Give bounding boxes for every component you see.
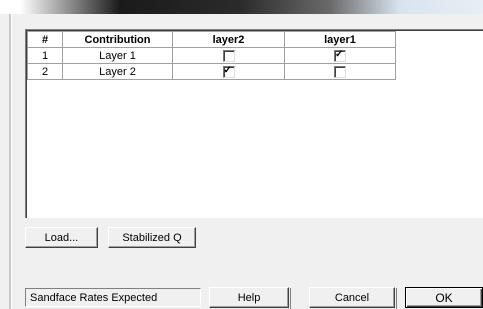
contribution-table: # Contribution layer2 layer1 1 Layer 1 2… xyxy=(27,31,396,80)
cell-layer2 xyxy=(172,47,285,64)
row-contribution: Layer 2 xyxy=(62,63,173,80)
cell-layer1 xyxy=(284,47,396,64)
button-separator xyxy=(396,288,397,309)
table-row[interactable]: 1 Layer 1 xyxy=(27,47,396,64)
contribution-grid-panel[interactable]: # Contribution layer2 layer1 1 Layer 1 2… xyxy=(25,29,483,218)
table-row[interactable]: 2 Layer 2 xyxy=(27,63,396,80)
cancel-button[interactable]: Cancel xyxy=(309,287,395,308)
row-number: 1 xyxy=(27,47,63,64)
ok-button[interactable]: OK xyxy=(405,287,483,308)
status-label: Sandface Rates Expected xyxy=(25,288,201,307)
button-separator xyxy=(290,288,291,309)
cell-layer1 xyxy=(284,63,396,80)
layer2-checkbox[interactable] xyxy=(222,65,235,78)
column-header-layer1: layer1 xyxy=(284,31,396,48)
window-left-edge-highlight xyxy=(11,14,12,309)
stabilized-q-button[interactable]: Stabilized Q xyxy=(108,227,196,248)
row-number: 2 xyxy=(27,63,63,80)
load-button[interactable]: Load... xyxy=(25,227,98,248)
help-button[interactable]: Help xyxy=(209,287,289,308)
window-title-bar xyxy=(0,0,483,14)
layer2-checkbox[interactable] xyxy=(222,49,235,62)
cell-layer2 xyxy=(172,63,285,80)
table-header-row: # Contribution layer2 layer1 xyxy=(27,31,396,48)
row-contribution: Layer 1 xyxy=(62,47,173,64)
layer1-checkbox[interactable] xyxy=(334,65,346,78)
layer1-checkbox[interactable] xyxy=(334,49,346,62)
column-header-contribution: Contribution xyxy=(62,31,173,48)
column-header-number: # xyxy=(27,31,63,48)
column-header-layer2: layer2 xyxy=(172,31,285,48)
